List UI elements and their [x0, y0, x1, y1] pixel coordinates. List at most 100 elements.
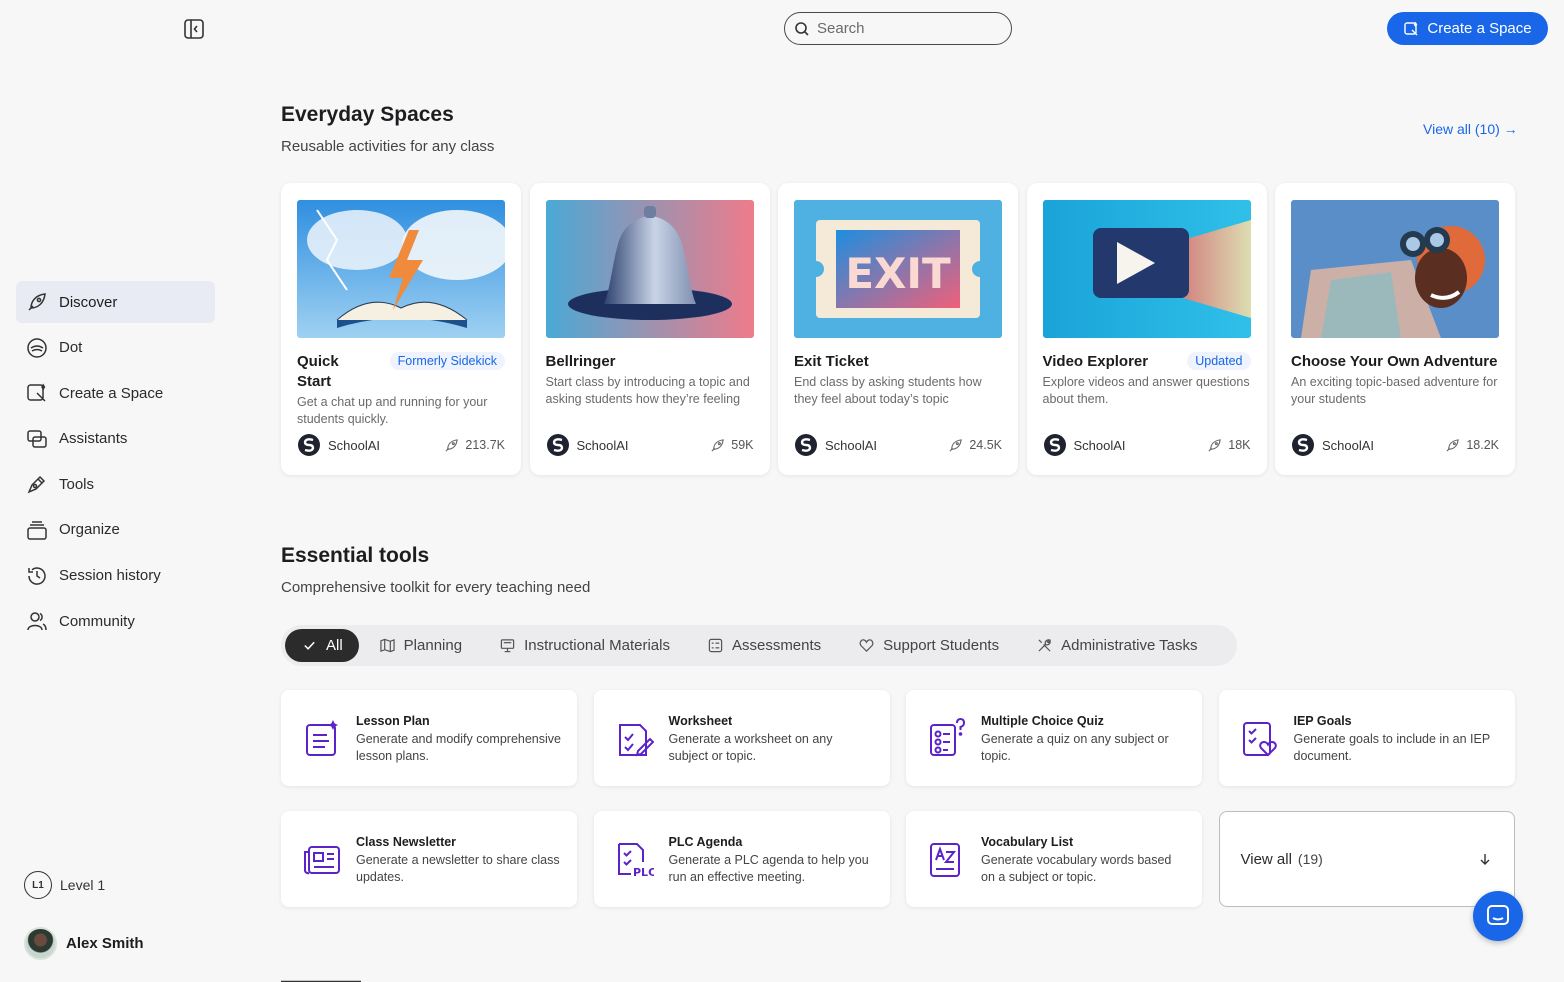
- sidebar-item-label: Community: [59, 612, 135, 630]
- space-thumbnail: [1291, 200, 1499, 338]
- space-title: Bellringer: [545, 353, 616, 370]
- tool-title: Class Newsletter: [356, 835, 457, 849]
- filter-label: Instructional Materials: [524, 637, 670, 654]
- search-bar[interactable]: [784, 12, 1012, 45]
- tools-icon: [1037, 638, 1052, 653]
- assistants-icon: [26, 428, 48, 450]
- space-author: SchoolAI: [1043, 433, 1126, 457]
- checklist-icon: [708, 638, 723, 653]
- filter-administrative-tasks[interactable]: Administrative Tasks: [1018, 629, 1216, 662]
- sidebar-item-assistants[interactable]: Assistants: [16, 418, 215, 460]
- filter-label: All: [326, 637, 343, 654]
- space-uses: 24.5K: [948, 438, 1002, 453]
- newsletter-icon: [303, 838, 341, 880]
- sidebar-item-label: Create a Space: [59, 384, 164, 402]
- sidebar-item-dot[interactable]: Dot: [16, 327, 215, 369]
- space-uses: 59K: [710, 438, 754, 453]
- tool-card-lesson-plan[interactable]: Lesson Plan Generate and modify comprehen…: [281, 690, 577, 786]
- filter-assessments[interactable]: Assessments: [689, 629, 840, 662]
- space-desc: Explore videos and answer questions abou…: [1042, 375, 1250, 406]
- sidebar-item-community[interactable]: Community: [16, 600, 215, 642]
- space-desc: Start class by introducing a topic and a…: [545, 375, 750, 406]
- space-card-video-explorer[interactable]: Video Explorer Updated Explore videos an…: [1026, 183, 1267, 475]
- space-card-choose-your-own-adventure[interactable]: Choose Your Own Adventure An exciting to…: [1275, 183, 1515, 475]
- sidebar-item-create-space[interactable]: Create a Space: [16, 372, 215, 414]
- schoolai-logo-icon: [1291, 433, 1315, 457]
- sidebar-item-tools[interactable]: Tools: [16, 463, 215, 505]
- chat-support-button[interactable]: [1473, 891, 1523, 941]
- schoolai-logo-icon: [794, 433, 818, 457]
- author-name: SchoolAI: [1073, 437, 1126, 453]
- space-thumbnail: [297, 200, 505, 338]
- sidebar-item-label: Discover: [59, 293, 118, 311]
- sidebar-item-organize[interactable]: Organize: [16, 509, 215, 551]
- filter-all[interactable]: All: [285, 629, 359, 662]
- space-tag: Formerly Sidekick: [389, 352, 505, 370]
- create-space-label: Create a Space: [1427, 20, 1532, 37]
- tool-desc: Generate a newsletter to share class upd…: [356, 853, 560, 884]
- uses-count: 24.5K: [969, 438, 1002, 452]
- section-subtitle: Comprehensive toolkit for every teaching…: [281, 579, 591, 596]
- collapse-sidebar-icon[interactable]: [182, 17, 206, 41]
- sidebar-item-label: Session history: [59, 567, 161, 585]
- tool-card-multiple-choice-quiz[interactable]: Multiple Choice Quiz Generate a quiz on a…: [906, 690, 1202, 786]
- tool-card-plc-agenda[interactable]: PLC PLC Agenda Generate a PLC agenda to h…: [593, 811, 890, 907]
- next-section-title-peek: [281, 976, 361, 982]
- tool-card-vocabulary-list[interactable]: Vocabulary List Generate vocabulary words…: [906, 811, 1202, 907]
- rocket-icon: [444, 438, 459, 453]
- tool-title: Vocabulary List: [981, 835, 1074, 849]
- filter-support-students[interactable]: Support Students: [840, 629, 1018, 662]
- filter-instructional-materials[interactable]: Instructional Materials: [481, 629, 689, 662]
- author-name: SchoolAI: [576, 437, 629, 453]
- section-subtitle: Reusable activities for any class: [281, 138, 495, 155]
- svg-text:PLC: PLC: [633, 866, 654, 879]
- tool-card-worksheet[interactable]: Worksheet Generate a worksheet on any sub…: [593, 690, 890, 786]
- tool-title: Worksheet: [668, 714, 733, 728]
- chat-icon: [1485, 903, 1511, 929]
- author-name: SchoolAI: [328, 437, 381, 453]
- space-card-bellringer[interactable]: Bellringer Start class by introducing a …: [529, 183, 770, 475]
- heart-icon: [859, 638, 874, 653]
- space-thumbnail: [545, 200, 754, 338]
- space-author: SchoolAI: [1291, 433, 1374, 457]
- level-badge: L1: [24, 871, 52, 899]
- arrow-down-icon: [1478, 852, 1492, 866]
- tool-title: Lesson Plan: [356, 714, 430, 728]
- sidebar-item-discover[interactable]: Discover: [16, 281, 215, 323]
- space-card-quick-start[interactable]: Quick Start Formerly Sidekick Get a chat…: [281, 183, 521, 475]
- view-all-spaces-link[interactable]: View all (10) →: [1423, 121, 1518, 137]
- create-space-icon: [1403, 21, 1419, 37]
- space-uses: 18K: [1207, 438, 1251, 453]
- section-title: Everyday Spaces: [281, 103, 454, 126]
- space-card-exit-ticket[interactable]: EXIT Exit Ticket End class by asking stu…: [778, 183, 1018, 475]
- tool-desc: Generate a worksheet on any subject or t…: [668, 732, 833, 763]
- tool-desc: Generate a PLC agenda to help you run an…: [668, 853, 869, 884]
- tool-card-class-newsletter[interactable]: Class Newsletter Generate a newsletter to…: [281, 811, 577, 907]
- tool-title: IEP Goals: [1293, 714, 1352, 728]
- schoolai-logo-icon: [546, 433, 570, 457]
- sidebar-item-label: Tools: [59, 475, 95, 493]
- filter-label: Support Students: [883, 637, 1000, 654]
- schoolai-logo-icon: [1043, 433, 1067, 457]
- sidebar-item-label: Organize: [59, 521, 120, 539]
- create-space-button[interactable]: Create a Space: [1387, 12, 1548, 45]
- space-tag: Updated: [1187, 352, 1251, 370]
- tool-title: PLC Agenda: [668, 835, 743, 849]
- space-desc: An exciting topic-based adventure for yo…: [1291, 375, 1498, 406]
- check-icon: [302, 638, 317, 653]
- view-all-tools-button[interactable]: View all (19): [1218, 811, 1515, 907]
- space-thumbnail: [1042, 200, 1251, 338]
- filter-planning[interactable]: Planning: [361, 629, 481, 662]
- user-profile[interactable]: Alex Smith: [24, 927, 144, 960]
- level-label: Level 1: [60, 877, 106, 893]
- sidebar-nav: Discover Dot Create a Space Assistants T…: [16, 281, 215, 646]
- search-input[interactable]: [817, 20, 997, 37]
- space-cards: Quick Start Formerly Sidekick Get a chat…: [281, 183, 1515, 475]
- space-uses: 213.7K: [444, 438, 505, 453]
- view-all-count: (19): [1297, 850, 1323, 867]
- space-thumbnail: EXIT: [794, 200, 1002, 338]
- level-indicator[interactable]: L1 Level 1: [24, 871, 105, 899]
- tool-card-iep-goals[interactable]: IEP Goals Generate goals to include in an…: [1218, 690, 1515, 786]
- sidebar-item-session-history[interactable]: Session history: [16, 555, 215, 597]
- space-title: Video Explorer: [1042, 353, 1149, 370]
